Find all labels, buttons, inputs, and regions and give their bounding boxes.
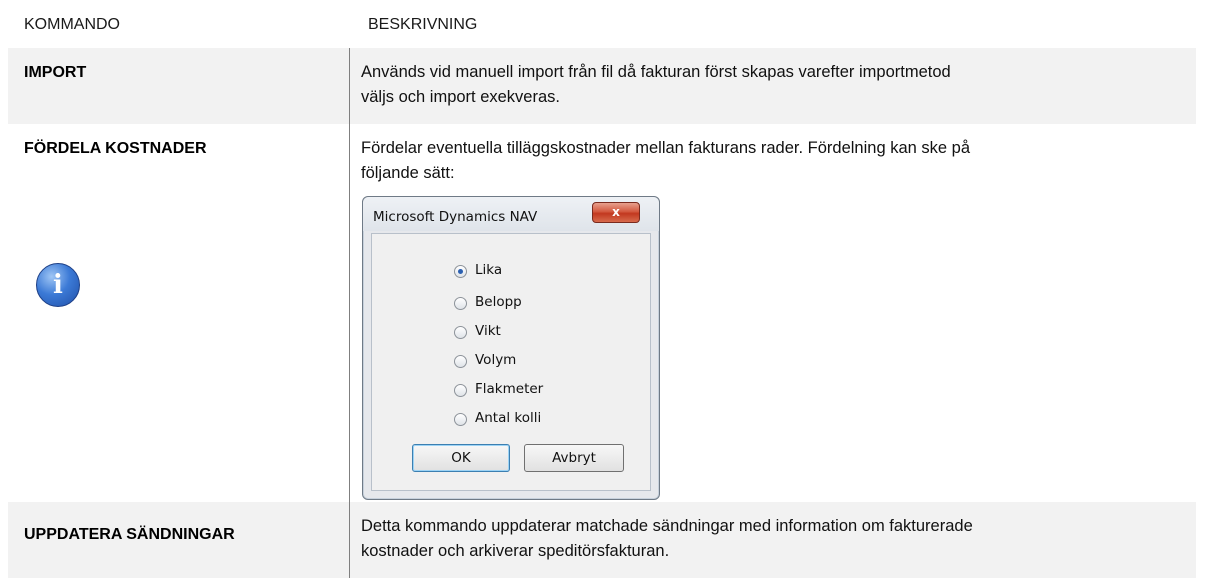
radio-label: Flakmeter (475, 381, 544, 397)
command-cell: UPPDATERA SÄNDNINGAR (24, 526, 235, 543)
description-line: Fördelar eventuella tilläggskostnader me… (361, 139, 971, 157)
description-line: Används vid manuell import från fil då f… (361, 63, 951, 81)
radio-button[interactable] (454, 384, 467, 397)
column-divider (349, 48, 350, 578)
radio-label: Belopp (475, 294, 522, 310)
description-cell: Används vid manuell import från fil då f… (361, 60, 1161, 110)
description-line: Detta kommando uppdaterar matchade sändn… (361, 517, 973, 535)
description-line: kostnader och arkiverar speditörsfaktura… (361, 542, 670, 560)
radio-label: Volym (475, 352, 517, 368)
radio-label: Antal kolli (475, 410, 542, 426)
radio-label: Vikt (475, 323, 501, 339)
dialog-title: Microsoft Dynamics NAV (373, 209, 538, 225)
description-line: väljs och import exekveras. (361, 88, 560, 106)
description-cell: Detta kommando uppdaterar matchade sändn… (361, 514, 1161, 564)
radio-button[interactable] (454, 297, 467, 310)
radio-button[interactable] (454, 326, 467, 339)
radio-button[interactable] (454, 355, 467, 368)
description-cell: Fördelar eventuella tilläggskostnader me… (361, 136, 1161, 186)
document-page: KOMMANDO BESKRIVNING IMPORT Används vid … (0, 0, 1208, 578)
close-icon[interactable]: x (592, 202, 640, 223)
cancel-button[interactable]: Avbryt (524, 444, 624, 472)
command-cell: FÖRDELA KOSTNADER (24, 140, 207, 157)
description-line: följande sätt: (361, 164, 455, 182)
dialog-titlebar[interactable]: Microsoft Dynamics NAV x (363, 197, 659, 231)
radio-button[interactable] (454, 413, 467, 426)
header-description: BESKRIVNING (368, 16, 478, 33)
radio-button[interactable] (454, 265, 467, 278)
header-command: KOMMANDO (24, 16, 120, 33)
command-cell: IMPORT (24, 64, 87, 81)
ok-button[interactable]: OK (412, 444, 510, 472)
info-icon: i (36, 263, 80, 307)
radio-label: Lika (475, 262, 503, 278)
